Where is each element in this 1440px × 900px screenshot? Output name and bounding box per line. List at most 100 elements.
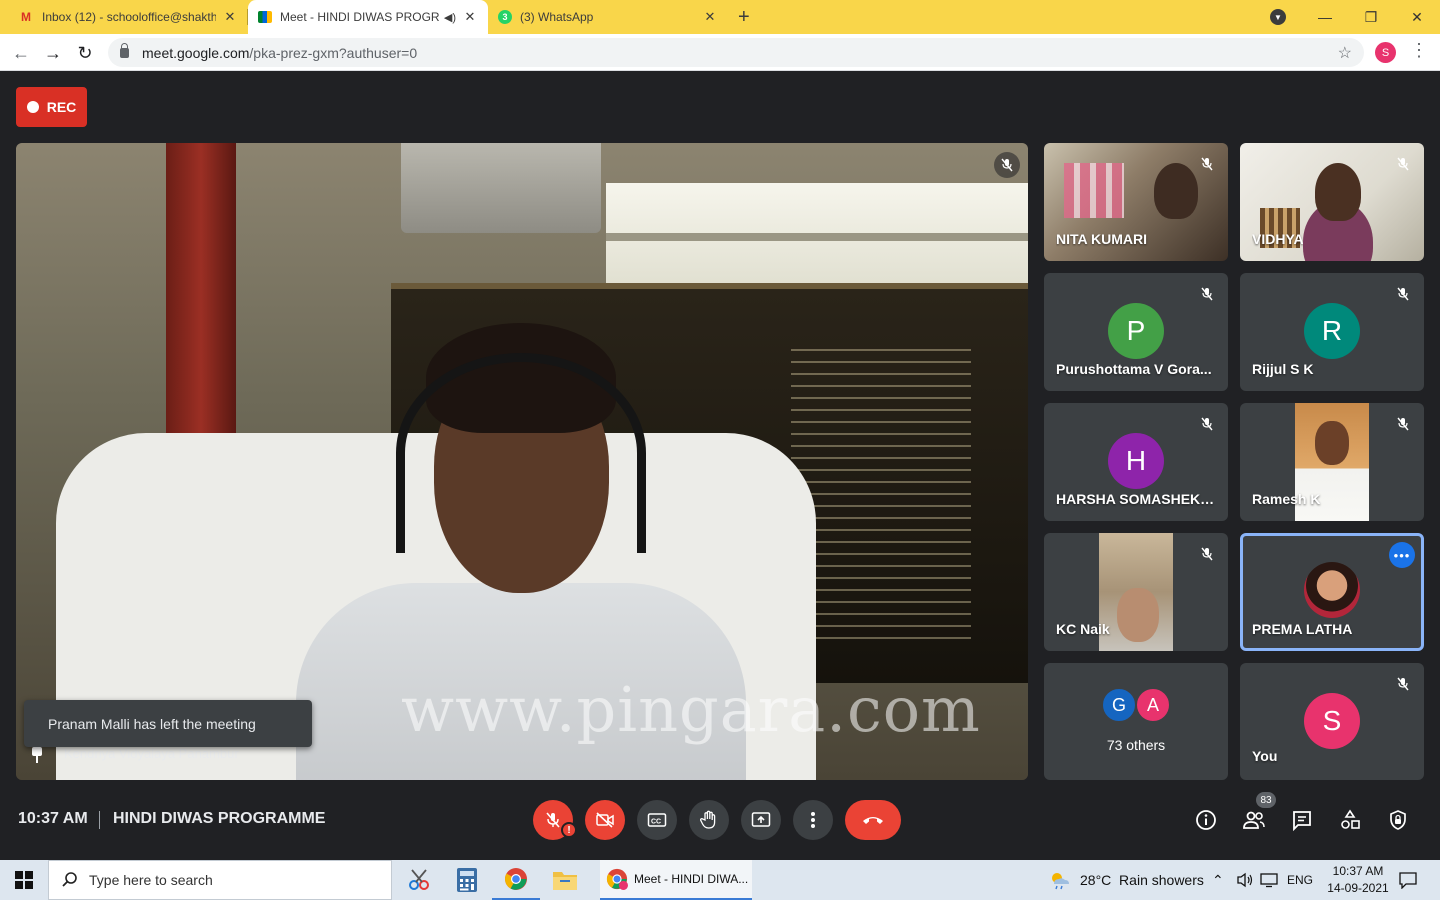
present-icon [751,812,771,827]
tab-search-icon[interactable]: ▼ [1270,9,1286,25]
profile-avatar[interactable]: S [1375,42,1396,63]
people-button[interactable] [1242,808,1266,832]
more-vert-icon [811,812,815,828]
muted-mic-icon [1392,673,1414,695]
muted-mic-icon [1196,283,1218,305]
tab-gmail[interactable]: M Inbox (12) - schooloffice@shakth ✕ [8,0,248,34]
tab-title: Meet - HINDI DIWAS PROGR [280,10,440,24]
meeting-details-button[interactable] [1194,808,1218,832]
participant-tile[interactable]: VIDHYA KAMATH [1240,143,1424,261]
main-speaker-name: Kendriya Vidyalaya Panambur [64,746,239,761]
participant-name: PREMA LATHA [1252,621,1353,637]
warning-badge: ! [561,822,577,838]
lock-icon[interactable] [120,42,129,58]
main-speaker-video[interactable]: www.pingara.com Kendriya Vidyalaya Panam… [16,143,1028,780]
taskbar-meet-label: Meet - HINDI DIWA... [634,872,749,886]
avatar: P [1108,303,1164,359]
hand-icon [700,810,716,829]
browser-menu-icon[interactable]: ⋮ [1410,40,1428,61]
participant-tile[interactable]: KC Naik [1044,533,1228,651]
muted-mic-icon [1392,283,1414,305]
avatar: S [1304,693,1360,749]
participant-tile[interactable]: P Purushottama V Gora... [1044,273,1228,391]
close-tab-icon[interactable]: ✕ [702,9,718,25]
avatar: R [1304,303,1360,359]
google-meet-icon [258,11,272,23]
participant-name: HARSHA SOMASHEKH... [1056,491,1218,507]
network-icon[interactable] [1260,860,1278,900]
restore-icon[interactable]: ❐ [1348,0,1394,34]
language-indicator[interactable]: ENG [1287,860,1313,900]
speaker-icon[interactable]: ◀) [444,11,456,24]
others-count-label: 73 others [1106,737,1166,753]
calculator-icon[interactable] [443,860,491,900]
shield-lock-icon [1390,810,1406,830]
new-tab-button[interactable]: + [738,6,750,29]
browser-toolbar: ← → ↻ meet.google.com/pka-prez-gxm?authu… [0,34,1440,71]
participant-tile[interactable]: R Rijjul S K [1240,273,1424,391]
muted-mic-icon [1392,413,1414,435]
chat-icon [1293,811,1311,831]
more-options-button[interactable] [793,800,833,840]
browser-tab-strip: M Inbox (12) - schooloffice@shakth ✕ Mee… [0,0,1440,34]
others-tile[interactable]: G A 73 others [1044,663,1228,780]
rec-label: REC [46,99,77,115]
meeting-title: HINDI DIWAS PROGRAMME [113,810,326,827]
notifications-icon[interactable] [1398,860,1418,900]
meeting-controls-bar: 10:37 AM HINDI DIWAS PROGRAMME ! CC 83 [0,780,1440,860]
mic-toggle-button[interactable]: ! [533,800,577,840]
participant-tile[interactable]: NITA KUMARI [1044,143,1228,261]
more-options-icon[interactable]: ••• [1389,542,1415,568]
tab-whatsapp[interactable]: 3 (3) WhatsApp ✕ [488,0,728,34]
present-screen-button[interactable] [741,800,781,840]
system-clock[interactable]: 10:37 AM 14-09-2021 [1320,863,1396,897]
participant-tile[interactable]: Ramesh K [1240,403,1424,521]
pin-icon[interactable] [30,747,44,763]
minimize-icon[interactable]: — [1302,0,1348,34]
volume-icon[interactable] [1236,860,1254,900]
url-host: meet.google.com [142,44,250,61]
camera-toggle-button[interactable] [585,800,625,840]
start-button[interactable] [0,860,48,900]
tab-meet[interactable]: Meet - HINDI DIWAS PROGR ◀) ✕ [248,0,488,34]
captions-button[interactable]: CC [637,800,677,840]
address-bar[interactable]: meet.google.com/pka-prez-gxm?authuser=0 … [108,38,1364,67]
close-tab-icon[interactable]: ✕ [462,9,478,25]
participant-tile-active[interactable]: ••• PREMA LATHA [1240,533,1424,651]
snipping-tool-icon[interactable] [395,860,443,900]
activities-button[interactable] [1338,808,1362,832]
participant-name: Rijjul S K [1252,361,1314,377]
raise-hand-button[interactable] [689,800,729,840]
weather-widget[interactable]: 28°C Rain showers [1048,860,1204,900]
close-window-icon[interactable]: ✕ [1394,0,1440,34]
close-tab-icon[interactable]: ✕ [222,9,238,25]
speaker-headset [396,353,646,553]
file-explorer-icon[interactable] [541,860,589,900]
chrome-icon[interactable] [492,860,540,900]
windows-taskbar: Type here to search Meet - HINDI DIWA...… [0,860,1440,900]
activities-icon [1341,809,1360,829]
hang-up-icon [863,817,883,824]
system-time: 10:37 AM [1332,864,1384,878]
muted-mic-icon [994,152,1020,178]
url-path: /pka-prez-gxm?authuser=0 [249,44,418,61]
bookmark-star-icon[interactable]: ☆ [1338,43,1352,63]
camera-off-icon [596,812,614,828]
back-icon[interactable]: ← [8,40,34,66]
gmail-icon: M [21,10,31,24]
participant-tile[interactable]: H HARSHA SOMASHEKH... [1044,403,1228,521]
chat-button[interactable] [1290,808,1314,832]
forward-icon[interactable]: → [40,40,66,66]
muted-mic-icon [1392,153,1414,175]
self-tile[interactable]: S You [1240,663,1424,780]
show-hidden-icons[interactable]: ⌃ [1212,860,1224,900]
windows-logo-icon [15,871,33,889]
taskbar-search[interactable]: Type here to search [48,860,392,900]
leave-call-button[interactable] [845,800,901,840]
participant-name: KC Naik [1056,621,1110,637]
host-controls-button[interactable] [1386,808,1410,832]
search-placeholder: Type here to search [89,872,213,888]
taskbar-meet-window[interactable]: Meet - HINDI DIWA... [600,860,752,900]
tab-title: (3) WhatsApp [520,10,594,24]
reload-icon[interactable]: ↻ [72,40,98,66]
